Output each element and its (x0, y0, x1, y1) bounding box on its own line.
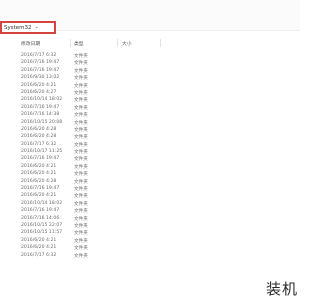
date-modified-cell: 2016/6/20 4:27 (21, 89, 57, 95)
list-item[interactable]: 2016/6/20 4:28 文件夹 (0, 134, 300, 141)
type-cell: 文件夹 (74, 157, 88, 163)
type-cell: 文件夹 (74, 238, 88, 244)
list-item[interactable]: 2016/6/20 4:21 文件夹 (0, 171, 300, 178)
date-modified-cell: 2016/10/17 11:25 (21, 149, 63, 155)
watermark-text: 装机 (265, 280, 298, 298)
date-modified-cell: 2016/7/16 19:47 (21, 67, 60, 73)
date-modified-cell: 2016/10/14 18:02 (21, 97, 63, 103)
type-cell: 文件夹 (74, 54, 88, 59)
breadcrumb-folder-label[interactable]: System32 (4, 25, 32, 31)
date-modified-cell: 2016/6/20 4:21 (21, 171, 57, 177)
type-cell: 文件夹 (74, 246, 88, 252)
type-cell: 文件夹 (74, 98, 88, 104)
list-item[interactable]: 2016/9/30 13:02 文件夹 (0, 75, 300, 82)
list-item[interactable]: 2016/10/14 18:02 文件夹 (0, 97, 300, 104)
list-item[interactable]: 2016/7/16 19:47 文件夹 (0, 156, 300, 163)
date-modified-cell: 2016/6/20 4:21 (21, 245, 57, 251)
column-header-size[interactable]: 大小 (122, 40, 132, 47)
type-cell: 文件夹 (74, 201, 88, 207)
type-cell: 文件夹 (74, 172, 88, 178)
date-modified-cell: 2016/7/16 19:47 (21, 104, 60, 110)
date-modified-cell: 2016/6/20 4:28 (21, 178, 57, 184)
list-item[interactable]: 2016/10/15 11:57 文件夹 (0, 230, 300, 237)
date-modified-cell: 2016/7/16 19:47 (21, 186, 60, 192)
type-cell: 文件夹 (74, 179, 88, 185)
file-list: 2016/7/17 6:32 文件夹 2016/7/16 19:47 文件夹 2016/… (0, 53, 300, 260)
type-cell: 文件夹 (74, 90, 88, 96)
date-modified-cell: 2016/7/17 6:32 (21, 252, 57, 258)
date-modified-cell: 2016/7/16 19:47 (21, 208, 60, 214)
date-modified-cell: 2016/7/16 14:38 (21, 112, 60, 118)
column-header-type[interactable]: 类型 (74, 40, 84, 47)
list-item[interactable]: 2016/6/20 4:21 文件夹 (0, 245, 300, 252)
date-modified-cell: 2016/7/17 6:32 (21, 141, 57, 147)
type-cell: 文件夹 (74, 142, 88, 148)
type-cell: 文件夹 (74, 113, 88, 119)
type-cell: 文件夹 (74, 216, 88, 222)
date-modified-cell: 2016/10/15 11:57 (21, 230, 63, 236)
type-cell: 文件夹 (74, 61, 88, 67)
address-breadcrumb[interactable]: System32 ⌄ (0, 21, 56, 34)
date-modified-cell: 2016/6/20 4:21 (21, 82, 57, 88)
type-cell: 文件夹 (74, 83, 88, 89)
list-item[interactable]: 2016/7/16 19:47 文件夹 (0, 60, 300, 67)
list-item[interactable]: 2016/7/17 6:32 文件夹 (0, 142, 300, 149)
list-item[interactable]: 2016/7/16 14:38 文件夹 (0, 112, 300, 119)
type-cell: 文件夹 (74, 164, 88, 170)
type-cell: 文件夹 (74, 120, 88, 126)
type-cell: 文件夹 (74, 231, 88, 237)
date-modified-cell: 2016/10/15 22:07 (21, 222, 63, 228)
list-item[interactable]: 2016/6/20 4:21 文件夹 (0, 193, 300, 200)
type-cell: 文件夹 (74, 223, 88, 229)
type-cell: 文件夹 (74, 127, 88, 133)
list-item[interactable]: 2016/6/20 4:28 文件夹 (0, 179, 300, 186)
type-cell: 文件夹 (74, 68, 88, 74)
column-divider[interactable] (117, 39, 118, 47)
chevron-down-icon[interactable]: ⌄ (35, 25, 39, 30)
type-cell: 文件夹 (74, 253, 88, 259)
date-modified-cell: 2016/6/20 4:21 (21, 193, 57, 199)
type-cell: 文件夹 (74, 105, 88, 111)
date-modified-cell: 2016/6/20 4:21 (21, 163, 57, 169)
list-item[interactable]: 2016/7/17 6:32 文件夹 (0, 253, 300, 260)
column-header-row: 修改日期 类型 大小 (0, 39, 300, 48)
list-item[interactable]: 2016/6/20 4:21 文件夹 (0, 83, 300, 90)
type-cell: 文件夹 (74, 76, 88, 82)
date-modified-cell: 2016/7/16 19:47 (21, 60, 60, 66)
list-item[interactable]: 2016/7/16 14:06 文件夹 (0, 216, 300, 223)
date-modified-cell: 2016/7/16 19:47 (21, 156, 60, 162)
column-divider[interactable] (160, 39, 161, 47)
column-divider[interactable] (70, 39, 71, 47)
type-cell: 文件夹 (74, 135, 88, 141)
list-item[interactable]: 2016/7/16 19:47 文件夹 (0, 208, 300, 215)
date-modified-cell: 2016/6/20 4:21 (21, 237, 57, 243)
date-modified-cell: 2016/7/17 6:32 (21, 53, 57, 58)
date-modified-cell: 2016/6/20 4:28 (21, 126, 57, 132)
date-modified-cell: 2016/7/16 14:06 (21, 215, 60, 221)
date-modified-cell: 2016/9/30 13:02 (21, 75, 60, 81)
date-modified-cell: 2016/10/15 20:08 (21, 119, 63, 125)
date-modified-cell: 2016/6/20 4:28 (21, 134, 57, 140)
list-item[interactable]: 2016/10/15 20:08 文件夹 (0, 120, 300, 127)
date-modified-cell: 2016/10/14 18:02 (21, 200, 63, 206)
column-header-date-modified[interactable]: 修改日期 (21, 40, 40, 47)
type-cell: 文件夹 (74, 150, 88, 156)
type-cell: 文件夹 (74, 194, 88, 200)
type-cell: 文件夹 (74, 187, 88, 193)
type-cell: 文件夹 (74, 209, 88, 215)
